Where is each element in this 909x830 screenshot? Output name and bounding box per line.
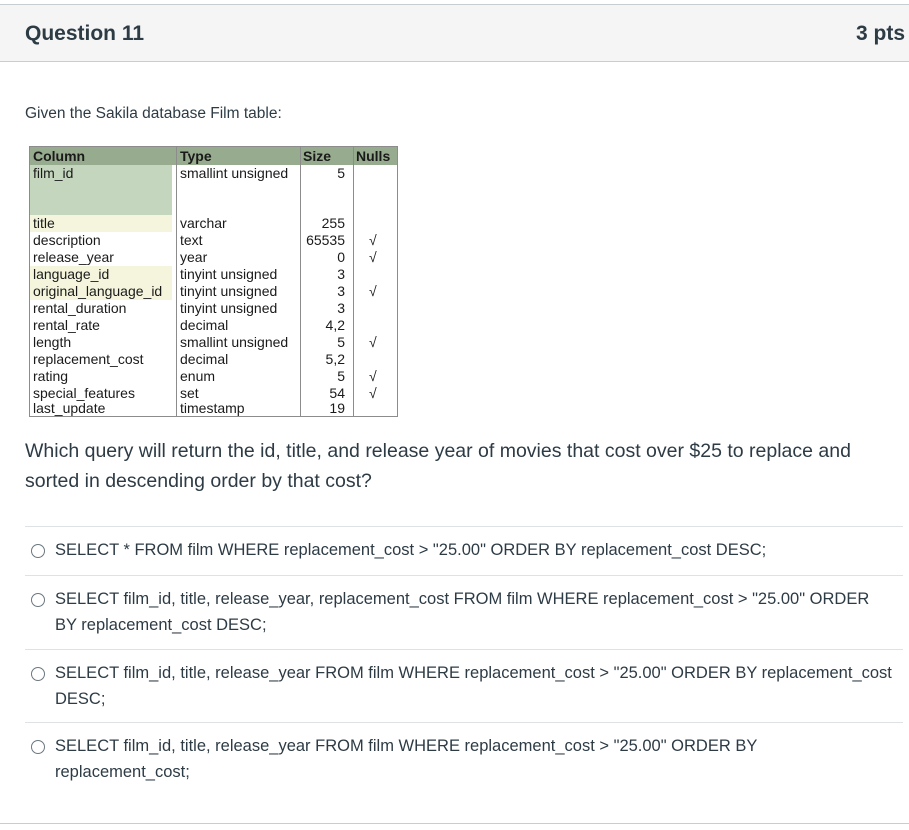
schema-cell-column: language_id <box>30 266 172 283</box>
schema-row: original_language_id tinyint unsigned 3 … <box>30 283 397 300</box>
schema-cell-type: text <box>180 232 203 248</box>
schema-row: rental_rate decimal 4,2 <box>30 317 397 334</box>
schema-row: release_year year 0 √ <box>30 249 397 266</box>
schema-cell-column: title <box>30 215 172 232</box>
schema-header-type: Type <box>180 148 212 164</box>
schema-cell-column: rental_duration <box>33 300 127 316</box>
film-table-schema: Column Type Size Nulls film_id smallint … <box>29 146 398 417</box>
schema-cell-type: tinyint unsigned <box>180 300 278 316</box>
schema-cell-nulls: √ <box>369 368 377 384</box>
schema-cell-nulls: √ <box>369 283 377 299</box>
schema-row: last_update timestamp 19 <box>30 400 397 417</box>
schema-cell-size: 0 <box>337 249 345 265</box>
schema-cell-size: 5,2 <box>325 351 345 367</box>
answer-option[interactable]: SELECT * FROM film WHERE replacement_cos… <box>25 526 903 575</box>
schema-cell-size: 5 <box>337 368 345 384</box>
question-text: Which query will return the id, title, a… <box>25 440 851 492</box>
answer-label[interactable]: SELECT film_id, title, release_year FROM… <box>55 733 895 785</box>
schema-cell-size: 19 <box>329 400 345 416</box>
question-header: Question 11 3 pts <box>0 5 909 62</box>
answer-label[interactable]: SELECT * FROM film WHERE replacement_cos… <box>55 537 895 563</box>
schema-column-divider <box>176 147 177 416</box>
answer-list: SELECT * FROM film WHERE replacement_cos… <box>25 526 903 796</box>
bottom-divider <box>0 823 909 824</box>
schema-cell-column: release_year <box>33 249 114 265</box>
question-intro: Given the Sakila database Film table: <box>25 105 282 122</box>
radio-button[interactable] <box>31 667 45 681</box>
schema-header-size: Size <box>303 148 332 164</box>
schema-cell-type: decimal <box>180 351 229 367</box>
schema-row: description text 65535 √ <box>30 232 397 249</box>
schema-cell-column: rating <box>33 368 69 384</box>
schema-row: film_id smallint unsigned 5 <box>30 165 397 182</box>
schema-header-column: Column <box>33 148 86 164</box>
schema-cell-nulls: √ <box>369 334 377 350</box>
schema-cell-size: 5 <box>337 165 345 181</box>
schema-cell-type: tinyint unsigned <box>180 266 278 282</box>
schema-cell-column: description <box>33 232 101 248</box>
schema-cell-column: replacement_cost <box>33 351 144 367</box>
schema-row: language_id tinyint unsigned 3 <box>30 266 397 283</box>
question-title: Question 11 <box>25 22 145 45</box>
answer-label[interactable]: SELECT film_id, title, release_year FROM… <box>55 660 895 712</box>
question-points: 3 pts <box>855 22 905 45</box>
schema-cell-size: 3 <box>337 266 345 282</box>
schema-cell-type: smallint unsigned <box>180 334 289 350</box>
schema-cell-column: rental_rate <box>33 317 100 333</box>
schema-cell-type: tinyint unsigned <box>180 283 278 299</box>
schema-cell-type: decimal <box>180 317 229 333</box>
answer-option[interactable]: SELECT film_id, title, release_year, rep… <box>25 575 903 649</box>
schema-cell-column: length <box>33 334 72 350</box>
answer-label[interactable]: SELECT film_id, title, release_year, rep… <box>55 586 895 638</box>
schema-cell-size: 5 <box>337 334 345 350</box>
schema-column-divider <box>300 147 301 416</box>
schema-cell-type: varchar <box>180 215 227 231</box>
schema-cell-size: 255 <box>321 215 345 231</box>
schema-cell-nulls: √ <box>369 232 377 248</box>
schema-cell-size: 3 <box>337 283 345 299</box>
schema-cell-type: smallint unsigned <box>180 165 289 181</box>
radio-button[interactable] <box>31 544 45 558</box>
schema-cell-column: film_id <box>33 165 74 181</box>
schema-header-nulls: Nulls <box>356 148 391 164</box>
answer-option[interactable]: SELECT film_id, title, release_year FROM… <box>25 649 903 722</box>
schema-cell-column: original_language_id <box>30 283 172 300</box>
schema-cell-size: 3 <box>337 300 345 316</box>
schema-cell-type: year <box>180 249 208 265</box>
schema-cell-nulls: √ <box>369 249 377 265</box>
schema-cell-size: 4,2 <box>325 317 345 333</box>
schema-row: rental_duration tinyint unsigned 3 <box>30 300 397 317</box>
answer-option[interactable]: SELECT film_id, title, release_year FROM… <box>25 722 903 796</box>
schema-cell-size: 65535 <box>306 232 345 248</box>
schema-row: length smallint unsigned 5 √ <box>30 334 397 351</box>
schema-column-divider <box>353 147 354 416</box>
radio-button[interactable] <box>31 593 45 607</box>
schema-row: replacement_cost decimal 5,2 <box>30 351 397 368</box>
schema-cell-column: last_update <box>33 400 106 416</box>
schema-cell-type: enum <box>180 368 216 384</box>
schema-row: title varchar 255 <box>30 215 397 232</box>
schema-cell-type: timestamp <box>180 400 245 416</box>
schema-row: rating enum 5 √ <box>30 368 397 385</box>
schema-header-row: Column Type Size Nulls <box>30 147 397 165</box>
radio-button[interactable] <box>31 740 45 754</box>
